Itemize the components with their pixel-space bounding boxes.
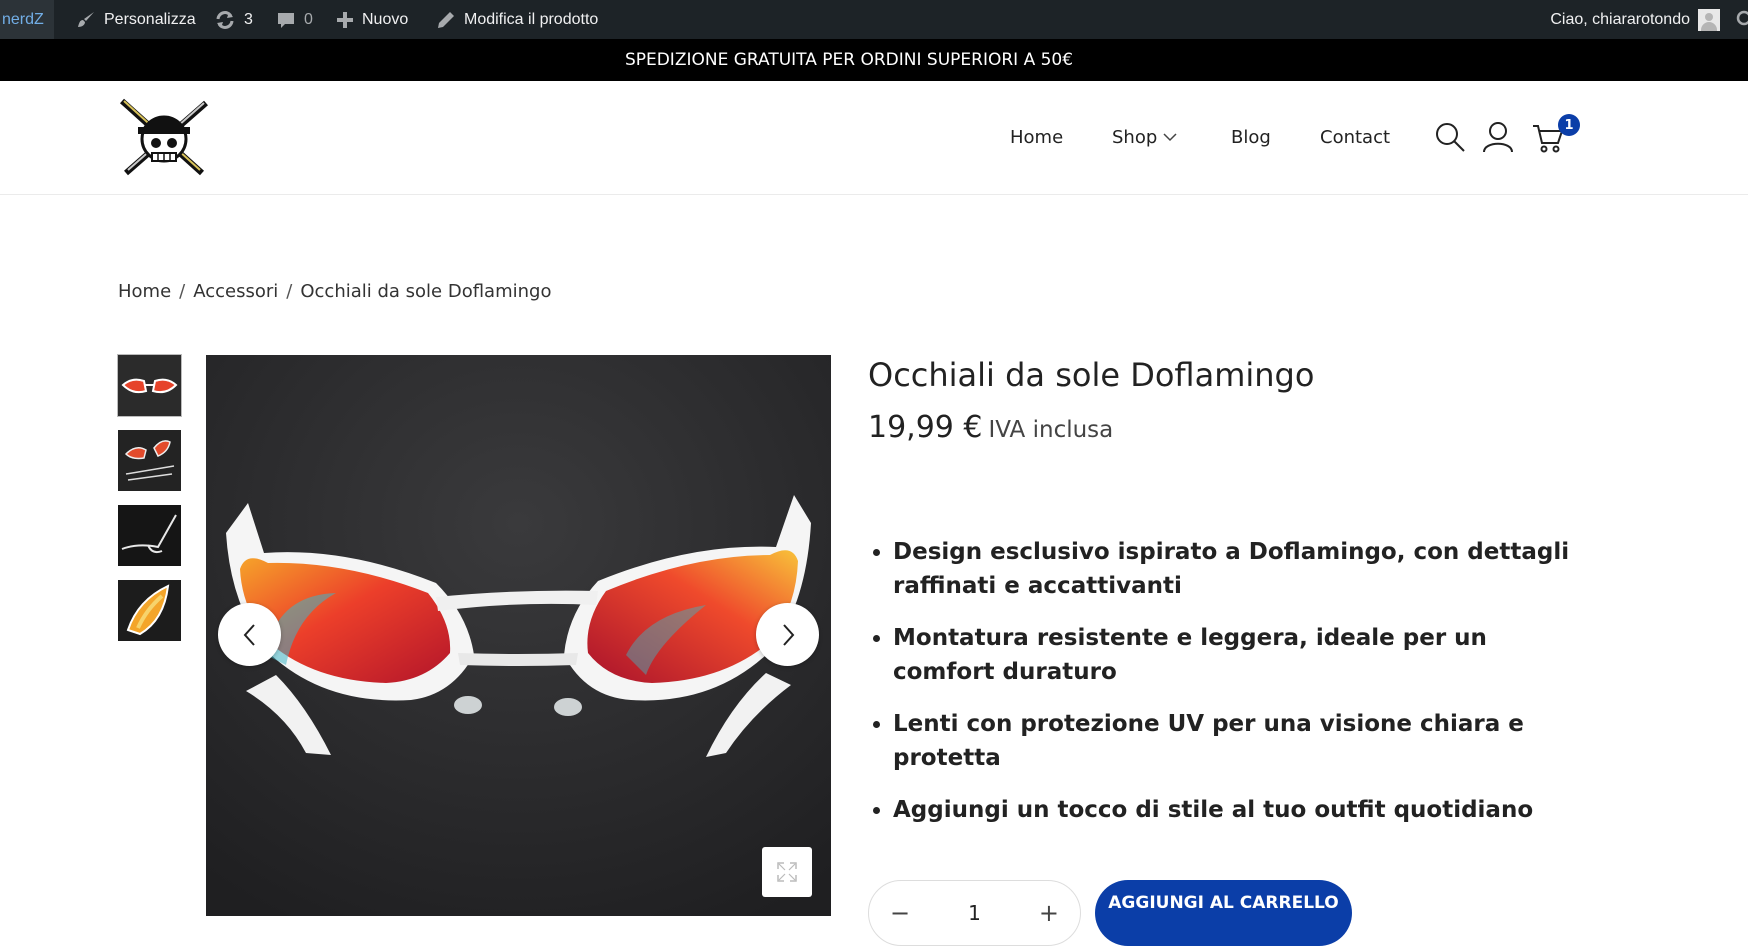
product-thumbnail[interactable]	[118, 430, 181, 491]
thumbnail-image	[118, 580, 181, 641]
product-thumbnail[interactable]	[118, 505, 181, 566]
admin-site-name: nerdZ	[2, 10, 44, 28]
promo-bar: SPEDIZIONE GRATUITA PER ORDINI SUPERIORI…	[0, 39, 1748, 81]
thumbnail-image	[118, 505, 181, 566]
product-thumbnail[interactable]	[118, 580, 181, 641]
thumbnail-image	[118, 355, 181, 416]
brush-icon	[78, 11, 94, 27]
product-price: 19,99 € IVA inclusa	[868, 410, 1113, 445]
comment-icon	[278, 12, 294, 28]
breadcrumb-category[interactable]: Accessori	[193, 281, 278, 302]
add-to-cart-button[interactable]: AGGIUNGI AL CARRELLO	[1095, 880, 1352, 946]
search-icon[interactable]	[1434, 121, 1466, 153]
plus-icon	[337, 11, 353, 28]
nav-home[interactable]: Home	[1010, 81, 1063, 193]
chevron-left-icon	[243, 623, 255, 646]
quantity-value[interactable]: 1	[968, 901, 981, 925]
product-title: Occhiali da sole Doflamingo	[868, 356, 1315, 394]
quantity-decrease-button[interactable]: −	[889, 899, 911, 927]
price-amount: 19,99 €	[868, 410, 983, 445]
admin-search-icon[interactable]	[1736, 10, 1748, 28]
admin-comments-count: 0	[304, 10, 313, 28]
quantity-stepper: − 1 +	[868, 880, 1081, 946]
cart-count-badge: 1	[1558, 114, 1580, 136]
nav-shop[interactable]: Shop	[1112, 81, 1177, 193]
nav-contact[interactable]: Contact	[1320, 81, 1390, 193]
admin-customize-label: Personalizza	[104, 10, 196, 28]
product-thumbnail[interactable]	[117, 354, 182, 417]
breadcrumb-separator: /	[286, 281, 293, 302]
nav-home-label: Home	[1010, 126, 1064, 148]
nav-blog[interactable]: Blog	[1231, 81, 1271, 193]
product-features: Design esclusivo ispirato a Doflamingo, …	[868, 535, 1588, 845]
gallery-zoom-button[interactable]	[762, 847, 812, 897]
admin-edit-label: Modifica il prodotto	[464, 10, 599, 28]
breadcrumb-home[interactable]: Home	[118, 281, 171, 302]
admin-site-link[interactable]: nerdZ	[0, 0, 54, 39]
breadcrumb: Home / Accessori / Occhiali da sole Dofl…	[118, 281, 551, 302]
sunglasses-image	[206, 355, 831, 916]
feature-item: Lenti con protezione UV per una visione …	[893, 707, 1588, 775]
feature-item: Design esclusivo ispirato a Doflamingo, …	[893, 535, 1588, 603]
breadcrumb-separator: /	[179, 281, 186, 302]
nav-contact-label: Contact	[1320, 126, 1391, 148]
product-main-image[interactable]	[206, 355, 831, 916]
admin-customize-link[interactable]: Personalizza	[76, 0, 196, 39]
nav-shop-label: Shop	[1112, 126, 1158, 148]
admin-updates-count: 3	[244, 10, 253, 28]
admin-new-link[interactable]: Nuovo	[336, 0, 408, 39]
admin-updates-link[interactable]: 3	[214, 0, 253, 39]
admin-bar: nerdZ Personalizza 3 0 Nuovo Modifica il…	[0, 0, 1748, 39]
chevron-right-icon	[782, 623, 794, 646]
site-logo[interactable]	[118, 97, 210, 179]
price-tax-note: IVA inclusa	[988, 417, 1114, 443]
nav-blog-label: Blog	[1231, 126, 1271, 148]
admin-edit-product-link[interactable]: Modifica il prodotto	[436, 0, 598, 39]
site-header: Home Shop Blog Contact	[0, 81, 1748, 195]
breadcrumb-current: Occhiali da sole Doflamingo	[300, 281, 552, 302]
admin-comments-link[interactable]: 0	[276, 0, 313, 39]
gallery-prev-button[interactable]	[218, 603, 281, 666]
gallery-next-button[interactable]	[756, 603, 819, 666]
quantity-increase-button[interactable]: +	[1038, 899, 1060, 927]
expand-icon	[777, 862, 797, 882]
promo-text: SPEDIZIONE GRATUITA PER ORDINI SUPERIORI…	[624, 50, 1074, 70]
feature-item: Montatura resistente e leggera, ideale p…	[893, 621, 1588, 689]
feature-item: Aggiungi un tocco di stile al tuo outfit…	[893, 793, 1588, 827]
admin-new-label: Nuovo	[362, 10, 409, 28]
thumbnail-image	[118, 430, 181, 491]
pencil-icon	[438, 11, 454, 28]
user-icon[interactable]	[1482, 121, 1514, 153]
admin-user-menu[interactable]: Ciao, chiararotondo	[1550, 0, 1720, 39]
admin-greeting: Ciao, chiararotondo	[1550, 10, 1690, 28]
updates-icon	[216, 10, 234, 29]
chevron-down-icon	[1163, 133, 1177, 142]
avatar	[1698, 8, 1720, 31]
